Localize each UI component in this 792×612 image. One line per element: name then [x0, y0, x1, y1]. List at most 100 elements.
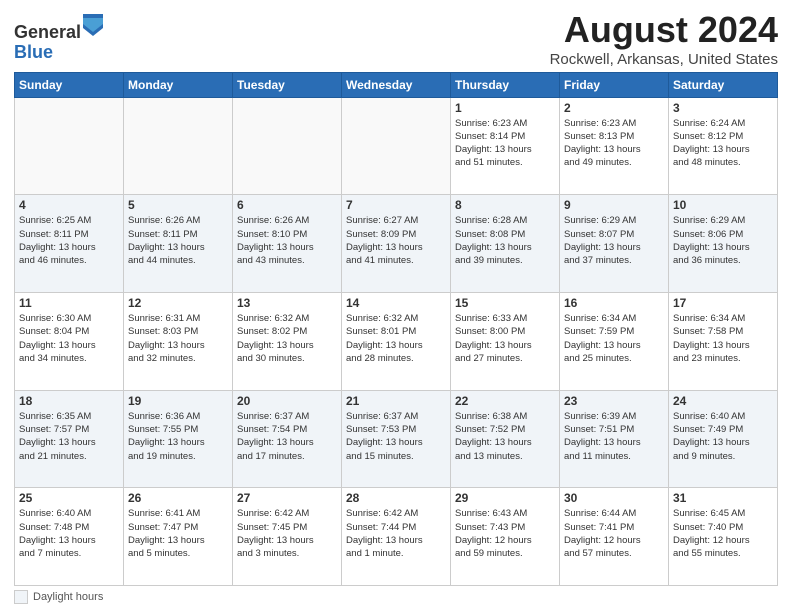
- calendar-day: 15 Sunrise: 6:33 AM Sunset: 8:00 PM Dayli…: [451, 292, 560, 390]
- logo-general-text: General: [14, 22, 81, 42]
- day-info: Sunrise: 6:43 AM Sunset: 7:43 PM Dayligh…: [455, 507, 555, 560]
- day-info: Sunrise: 6:29 AM Sunset: 8:06 PM Dayligh…: [673, 214, 773, 267]
- day-number: 4: [19, 198, 119, 212]
- day-info: Sunrise: 6:26 AM Sunset: 8:10 PM Dayligh…: [237, 214, 337, 267]
- day-number: 27: [237, 491, 337, 505]
- day-info: Sunrise: 6:36 AM Sunset: 7:55 PM Dayligh…: [128, 410, 228, 463]
- calendar-week-5: 25 Sunrise: 6:40 AM Sunset: 7:48 PM Dayli…: [15, 488, 778, 586]
- calendar-week-3: 11 Sunrise: 6:30 AM Sunset: 8:04 PM Dayli…: [15, 292, 778, 390]
- day-info: Sunrise: 6:32 AM Sunset: 8:02 PM Dayligh…: [237, 312, 337, 365]
- calendar-header-row: SundayMondayTuesdayWednesdayThursdayFrid…: [15, 72, 778, 97]
- day-number: 23: [564, 394, 664, 408]
- calendar-day: 14 Sunrise: 6:32 AM Sunset: 8:01 PM Dayli…: [342, 292, 451, 390]
- page: General Blue August 2024 Rockwell, Arkan…: [0, 0, 792, 612]
- day-info: Sunrise: 6:34 AM Sunset: 7:58 PM Dayligh…: [673, 312, 773, 365]
- day-info: Sunrise: 6:30 AM Sunset: 8:04 PM Dayligh…: [19, 312, 119, 365]
- logo-blue-text: Blue: [14, 42, 53, 62]
- calendar-week-2: 4 Sunrise: 6:25 AM Sunset: 8:11 PM Daylig…: [15, 195, 778, 293]
- calendar-day: [15, 97, 124, 195]
- day-number: 1: [455, 101, 555, 115]
- calendar-day: [342, 97, 451, 195]
- calendar-day: 12Sunrise: 6:31 AM Sunset: 8:03 PM Dayli…: [124, 292, 233, 390]
- day-number: 14: [346, 296, 446, 310]
- calendar-day: 5Sunrise: 6:26 AM Sunset: 8:11 PM Daylig…: [124, 195, 233, 293]
- header: General Blue August 2024 Rockwell, Arkan…: [14, 10, 778, 68]
- day-number: 16: [564, 296, 664, 310]
- day-info: Sunrise: 6:27 AM Sunset: 8:09 PM Dayligh…: [346, 214, 446, 267]
- logo-area: General Blue: [14, 10, 103, 63]
- calendar-header-sunday: Sunday: [15, 72, 124, 97]
- day-number: 11: [19, 296, 119, 310]
- day-info: Sunrise: 6:37 AM Sunset: 7:54 PM Dayligh…: [237, 410, 337, 463]
- day-number: 17: [673, 296, 773, 310]
- calendar-day: 22 Sunrise: 6:38 AM Sunset: 7:52 PM Dayli…: [451, 390, 560, 488]
- day-number: 22: [455, 394, 555, 408]
- day-info: Sunrise: 6:32 AM Sunset: 8:01 PM Dayligh…: [346, 312, 446, 365]
- calendar-day: 9 Sunrise: 6:29 AM Sunset: 8:07 PM Daylig…: [560, 195, 669, 293]
- day-info: Sunrise: 6:24 AM Sunset: 8:12 PM Dayligh…: [673, 117, 773, 170]
- legend-label: Daylight hours: [33, 591, 103, 603]
- calendar-day: 6 Sunrise: 6:26 AM Sunset: 8:10 PM Daylig…: [233, 195, 342, 293]
- calendar-week-4: 18 Sunrise: 6:35 AM Sunset: 7:57 PM Dayli…: [15, 390, 778, 488]
- day-number: 25: [19, 491, 119, 505]
- calendar-week-1: 1 Sunrise: 6:23 AM Sunset: 8:14 PM Daylig…: [15, 97, 778, 195]
- calendar-header-monday: Monday: [124, 72, 233, 97]
- legend-box: [14, 590, 28, 604]
- day-info: Sunrise: 6:26 AM Sunset: 8:11 PM Dayligh…: [128, 214, 228, 267]
- day-number: 29: [455, 491, 555, 505]
- day-number: 2: [564, 101, 664, 115]
- calendar-day: 3 Sunrise: 6:24 AM Sunset: 8:12 PM Daylig…: [669, 97, 778, 195]
- day-info: Sunrise: 6:23 AM Sunset: 8:13 PM Dayligh…: [564, 117, 664, 170]
- calendar-header-friday: Friday: [560, 72, 669, 97]
- day-info: Sunrise: 6:23 AM Sunset: 8:14 PM Dayligh…: [455, 117, 555, 170]
- calendar-header-tuesday: Tuesday: [233, 72, 342, 97]
- day-info: Sunrise: 6:45 AM Sunset: 7:40 PM Dayligh…: [673, 507, 773, 560]
- day-number: 26: [128, 491, 228, 505]
- day-number: 15: [455, 296, 555, 310]
- footer: Daylight hours: [14, 590, 778, 604]
- calendar-day: 1 Sunrise: 6:23 AM Sunset: 8:14 PM Daylig…: [451, 97, 560, 195]
- calendar: SundayMondayTuesdayWednesdayThursdayFrid…: [14, 72, 778, 586]
- day-info: Sunrise: 6:29 AM Sunset: 8:07 PM Dayligh…: [564, 214, 664, 267]
- day-number: 24: [673, 394, 773, 408]
- calendar-day: 30 Sunrise: 6:44 AM Sunset: 7:41 PM Dayli…: [560, 488, 669, 586]
- day-number: 8: [455, 198, 555, 212]
- day-info: Sunrise: 6:34 AM Sunset: 7:59 PM Dayligh…: [564, 312, 664, 365]
- calendar-day: 8Sunrise: 6:28 AM Sunset: 8:08 PM Daylig…: [451, 195, 560, 293]
- title-area: August 2024 Rockwell, Arkansas, United S…: [550, 10, 778, 68]
- day-number: 10: [673, 198, 773, 212]
- day-number: 9: [564, 198, 664, 212]
- day-info: Sunrise: 6:25 AM Sunset: 8:11 PM Dayligh…: [19, 214, 119, 267]
- logo: General Blue: [14, 14, 103, 63]
- day-info: Sunrise: 6:33 AM Sunset: 8:00 PM Dayligh…: [455, 312, 555, 365]
- calendar-day: 18 Sunrise: 6:35 AM Sunset: 7:57 PM Dayli…: [15, 390, 124, 488]
- day-info: Sunrise: 6:42 AM Sunset: 7:45 PM Dayligh…: [237, 507, 337, 560]
- calendar-day: 13 Sunrise: 6:32 AM Sunset: 8:02 PM Dayli…: [233, 292, 342, 390]
- day-info: Sunrise: 6:40 AM Sunset: 7:48 PM Dayligh…: [19, 507, 119, 560]
- calendar-day: 29 Sunrise: 6:43 AM Sunset: 7:43 PM Dayli…: [451, 488, 560, 586]
- day-info: Sunrise: 6:42 AM Sunset: 7:44 PM Dayligh…: [346, 507, 446, 560]
- day-info: Sunrise: 6:31 AM Sunset: 8:03 PM Dayligh…: [128, 312, 228, 365]
- day-info: Sunrise: 6:39 AM Sunset: 7:51 PM Dayligh…: [564, 410, 664, 463]
- calendar-day: 23 Sunrise: 6:39 AM Sunset: 7:51 PM Dayli…: [560, 390, 669, 488]
- day-number: 6: [237, 198, 337, 212]
- calendar-day: 25 Sunrise: 6:40 AM Sunset: 7:48 PM Dayli…: [15, 488, 124, 586]
- day-info: Sunrise: 6:35 AM Sunset: 7:57 PM Dayligh…: [19, 410, 119, 463]
- calendar-header-saturday: Saturday: [669, 72, 778, 97]
- calendar-header-thursday: Thursday: [451, 72, 560, 97]
- calendar-day: 21 Sunrise: 6:37 AM Sunset: 7:53 PM Dayli…: [342, 390, 451, 488]
- day-number: 21: [346, 394, 446, 408]
- day-info: Sunrise: 6:37 AM Sunset: 7:53 PM Dayligh…: [346, 410, 446, 463]
- day-number: 3: [673, 101, 773, 115]
- day-number: 13: [237, 296, 337, 310]
- day-info: Sunrise: 6:41 AM Sunset: 7:47 PM Dayligh…: [128, 507, 228, 560]
- calendar-day: [124, 97, 233, 195]
- calendar-day: 26 Sunrise: 6:41 AM Sunset: 7:47 PM Dayli…: [124, 488, 233, 586]
- calendar-day: 7Sunrise: 6:27 AM Sunset: 8:09 PM Daylig…: [342, 195, 451, 293]
- calendar-day: 10 Sunrise: 6:29 AM Sunset: 8:06 PM Dayli…: [669, 195, 778, 293]
- day-number: 18: [19, 394, 119, 408]
- day-info: Sunrise: 6:38 AM Sunset: 7:52 PM Dayligh…: [455, 410, 555, 463]
- day-info: Sunrise: 6:44 AM Sunset: 7:41 PM Dayligh…: [564, 507, 664, 560]
- main-title: August 2024: [550, 10, 778, 50]
- day-number: 30: [564, 491, 664, 505]
